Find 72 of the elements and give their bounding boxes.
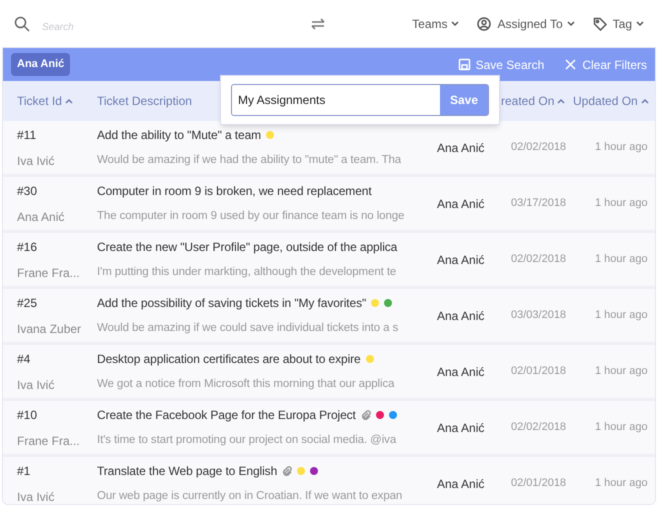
created-date: 02/02/2018 (511, 140, 568, 156)
reporter-name: Frane Fra... (17, 264, 81, 282)
caret-icon (451, 20, 460, 27)
updated-time: 1 hour ago (595, 140, 648, 156)
assignee-name: Ana Anić (437, 140, 486, 156)
created-date: 03/03/2018 (511, 308, 568, 324)
paperclip-icon (282, 466, 292, 476)
updated-time: 1 hour ago (595, 476, 648, 492)
filter-chip[interactable]: Ana Anić (11, 53, 70, 76)
updated-time: 1 hour ago (595, 196, 648, 212)
ticket-title[interactable]: Computer in room 9 is broken, we need replacement (97, 182, 372, 200)
ticket-title[interactable]: Create the Facebook Page for the Europa Project (97, 406, 356, 424)
ticket-title[interactable]: Add the possibility of saving tickets in "My favorites" (97, 294, 366, 312)
filter-dropdown[interactable]: Assigned To (477, 14, 575, 32)
updated-time: 1 hour ago (595, 420, 648, 436)
assignee-name: Ana Anić (437, 308, 486, 324)
created-date: 03/17/2018 (511, 196, 568, 212)
ticket-description: We got a notice from Microsoft this morning that our applica (97, 376, 396, 392)
assignee-name: Ana Anić (437, 420, 486, 436)
swap-icon (310, 16, 326, 30)
updated-time: 1 hour ago (595, 308, 648, 324)
reporter-name: Ivana Zuber (17, 320, 82, 338)
filter-dropdown[interactable]: Teams (412, 14, 460, 32)
updated-time: 1 hour ago (595, 252, 648, 268)
created-date: 02/02/2018 (511, 252, 568, 268)
reporter-name: Iva Ivić (17, 376, 56, 394)
tag-icon (592, 16, 607, 30)
updated-time: 1 hour ago (595, 364, 648, 380)
ticket-id: #1 (17, 462, 32, 480)
assignee-name: Ana Anić (437, 196, 486, 212)
column-header[interactable]: reated On (501, 92, 566, 110)
caret-icon (640, 98, 649, 104)
ticket-description: I'm putting this under markting, although the development te (97, 264, 398, 280)
ticket-id: #25 (17, 294, 38, 312)
paperclip-icon (360, 410, 371, 420)
column-header[interactable]: Updated On (573, 92, 649, 110)
reporter-name: Iva Ivić (17, 488, 56, 504)
created-date: 02/01/2018 (511, 476, 568, 492)
assignee-name: Ana Anić (437, 364, 486, 380)
search-icon (14, 16, 30, 32)
name-input-field[interactable]: My Assignments Save (231, 84, 489, 116)
ticket-title[interactable]: Desktop application certificates are about to expire (97, 350, 361, 368)
assignee-name: Ana Anić (437, 476, 486, 492)
ticket-id: #30 (17, 182, 38, 200)
filter-dropdown[interactable]: Tag (592, 14, 644, 32)
reporter-name: Iva Ivić (17, 152, 56, 170)
ticket-id: #11 (17, 126, 38, 144)
save-icon (458, 58, 471, 71)
close-icon (564, 58, 578, 71)
created-date: 02/02/2018 (511, 420, 568, 436)
caret-icon (636, 20, 644, 27)
ticket-title[interactable]: Translate the Web page to English (97, 462, 278, 480)
ticket-description: Our web page is currently on in Croatian. If we want to expan (97, 488, 404, 504)
ticket-id: #10 (17, 406, 38, 424)
column-header[interactable]: Ticket Id (17, 92, 73, 110)
assignee-name: Ana Anić (437, 252, 486, 268)
ticket-description: Would be amazing if we could save individual tickets into a s (97, 320, 400, 336)
ticket-description: Would be amazing if we had the ability to "mute" a team. Tha (97, 152, 402, 168)
created-date: 02/01/2018 (511, 364, 568, 380)
ticket-description: It's time to start promoting our project on social media. @iva (97, 432, 398, 448)
ticket-id: #4 (17, 350, 32, 368)
person-icon (477, 16, 492, 30)
ticket-title[interactable]: Create the new "User Profile" page, outside of the applica (97, 238, 398, 256)
ticket-title[interactable]: Add the ability to "Mute" a team (97, 126, 262, 144)
ticket-id: #16 (17, 238, 38, 256)
ticket-description: The computer in room 9 used by our finance team is no longe (97, 208, 406, 224)
caret-icon (557, 98, 566, 104)
reporter-name: Ana Anić (17, 208, 66, 226)
reporter-name: Frane Fra... (17, 432, 81, 450)
column-header[interactable]: Ticket Description (97, 92, 192, 110)
caret-icon (566, 20, 575, 27)
caret-icon (64, 98, 73, 104)
